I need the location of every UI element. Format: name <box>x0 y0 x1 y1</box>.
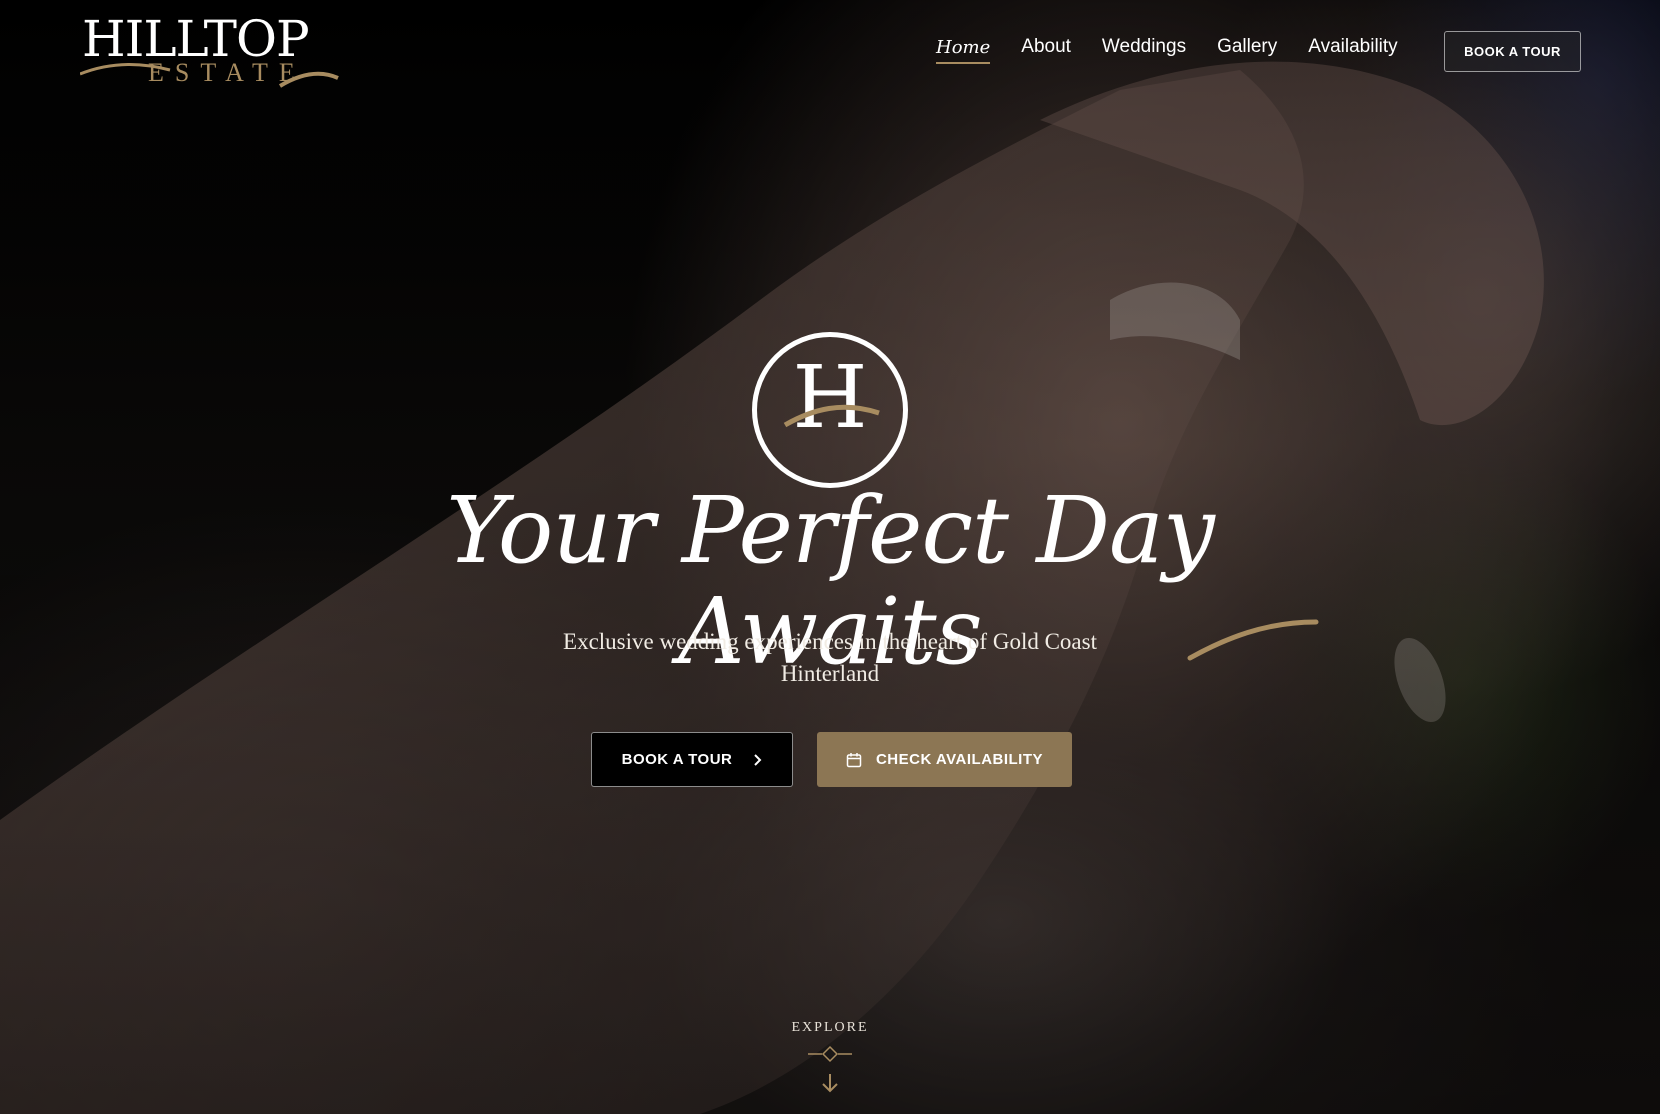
explore-scroll-hint[interactable]: EXPLORE <box>730 1020 930 1094</box>
nav-item-home[interactable]: Home <box>936 37 991 64</box>
book-tour-button[interactable]: BOOK A TOUR <box>591 732 793 787</box>
page: HILLTOP ESTATE Home About Weddings Galle… <box>0 0 1660 1114</box>
nav-item-gallery[interactable]: Gallery <box>1217 36 1277 58</box>
check-availability-button[interactable]: CHECK AVAILABILITY <box>817 732 1072 787</box>
check-availability-label: CHECK AVAILABILITY <box>875 751 1044 768</box>
title-swoosh-icon <box>1187 619 1319 661</box>
logo-wordmark: HILLTOP <box>82 10 310 68</box>
chevron-right-icon <box>752 753 762 766</box>
diamond-divider-icon <box>808 1045 852 1063</box>
explore-label: EXPLORE <box>791 1020 869 1035</box>
emblem-swoosh-icon <box>783 404 880 428</box>
calendar-icon <box>846 752 862 768</box>
header-book-tour-button[interactable]: BOOK A TOUR <box>1444 31 1581 72</box>
site-logo[interactable]: HILLTOP ESTATE <box>80 14 340 88</box>
hero-subtitle: Exclusive wedding experiences in the hea… <box>563 629 1097 686</box>
arrow-down-icon <box>822 1074 838 1093</box>
book-tour-label: BOOK A TOUR <box>621 751 733 768</box>
logo-subtitle: ESTATE <box>148 58 306 87</box>
nav-item-about[interactable]: About <box>1021 36 1071 58</box>
hero-emblem: H <box>752 332 908 488</box>
nav-item-availability[interactable]: Availability <box>1308 36 1397 58</box>
nav-item-weddings[interactable]: Weddings <box>1102 36 1186 58</box>
